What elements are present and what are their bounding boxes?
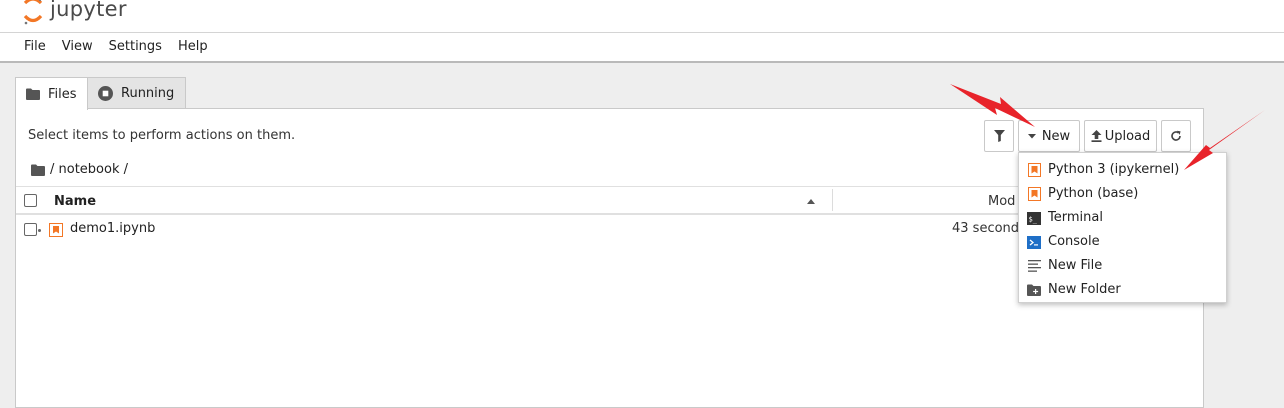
new-menu-item-new-folder[interactable]: New Folder — [1019, 278, 1226, 302]
menu-bar: File View Settings Help — [0, 32, 1284, 63]
menu-settings[interactable]: Settings — [101, 33, 170, 61]
upload-button[interactable]: Upload — [1084, 120, 1157, 152]
new-menu-item-console[interactable]: Console — [1019, 230, 1226, 254]
sort-ascending-icon — [807, 199, 815, 204]
new-menu-dropdown: Python 3 (ipykernel) Python (base) $_ Te… — [1018, 152, 1227, 303]
tab-running-label: Running — [121, 85, 175, 101]
caret-down-icon — [1027, 133, 1036, 138]
modified-column-header[interactable]: Mod — [988, 194, 1015, 209]
stop-circle-icon — [98, 85, 113, 101]
breadcrumb-path[interactable]: / notebook / — [50, 162, 128, 177]
menu-help[interactable]: Help — [170, 33, 216, 61]
name-column-header[interactable]: Name — [54, 194, 96, 209]
column-divider[interactable] — [832, 189, 833, 211]
new-menu-item-label: New Folder — [1048, 282, 1121, 297]
new-menu-item-label: Python 3 (ipykernel) — [1048, 162, 1180, 177]
file-name[interactable]: demo1.ipynb — [70, 221, 155, 236]
filter-button[interactable] — [984, 120, 1014, 152]
new-menu-item-label: New File — [1048, 258, 1103, 273]
new-menu-item-python-base[interactable]: Python (base) — [1019, 182, 1226, 206]
notebook-icon — [1027, 163, 1041, 177]
new-menu-item-label: Terminal — [1048, 210, 1103, 225]
refresh-button[interactable] — [1161, 120, 1191, 152]
notebook-icon — [49, 223, 63, 241]
new-menu-item-label: Console — [1048, 234, 1100, 249]
upload-icon — [1091, 130, 1102, 142]
breadcrumb: / notebook / — [31, 162, 128, 177]
new-menu-item-new-file[interactable]: New File — [1019, 254, 1226, 278]
row-checkbox[interactable] — [24, 223, 37, 236]
selection-hint: Select items to perform actions on them. — [28, 128, 296, 143]
tab-files-label: Files — [48, 86, 77, 102]
text-file-icon — [1027, 259, 1041, 273]
jupyter-logo-icon — [23, 0, 43, 25]
select-all-checkbox[interactable] — [24, 194, 37, 207]
notebook-icon — [1027, 187, 1041, 201]
new-button[interactable]: New — [1018, 120, 1080, 152]
logo-text: jupyter — [50, 0, 127, 21]
folder-icon — [31, 164, 45, 176]
console-icon — [1027, 235, 1041, 249]
filter-icon — [993, 130, 1005, 142]
running-indicator-icon — [38, 229, 41, 232]
new-menu-item-terminal[interactable]: $_ Terminal — [1019, 206, 1226, 230]
new-folder-icon — [1027, 283, 1041, 297]
menu-view[interactable]: View — [54, 33, 101, 61]
refresh-icon — [1171, 130, 1181, 141]
tab-files[interactable]: Files — [15, 77, 88, 110]
terminal-icon: $_ — [1027, 211, 1041, 225]
folder-icon — [26, 88, 40, 100]
tab-running[interactable]: Running — [87, 77, 186, 108]
upload-button-label: Upload — [1104, 128, 1151, 144]
top-bar: jupyter — [0, 0, 1284, 32]
file-modified: 43 seconds — [952, 221, 1026, 236]
new-button-label: New — [1041, 128, 1071, 144]
new-menu-item-label: Python (base) — [1048, 186, 1139, 201]
new-menu-item-python3[interactable]: Python 3 (ipykernel) — [1019, 158, 1226, 182]
svg-text:$_: $_ — [1029, 215, 1038, 223]
jupyter-logo[interactable]: jupyter — [22, 0, 127, 26]
menu-file[interactable]: File — [16, 33, 54, 61]
